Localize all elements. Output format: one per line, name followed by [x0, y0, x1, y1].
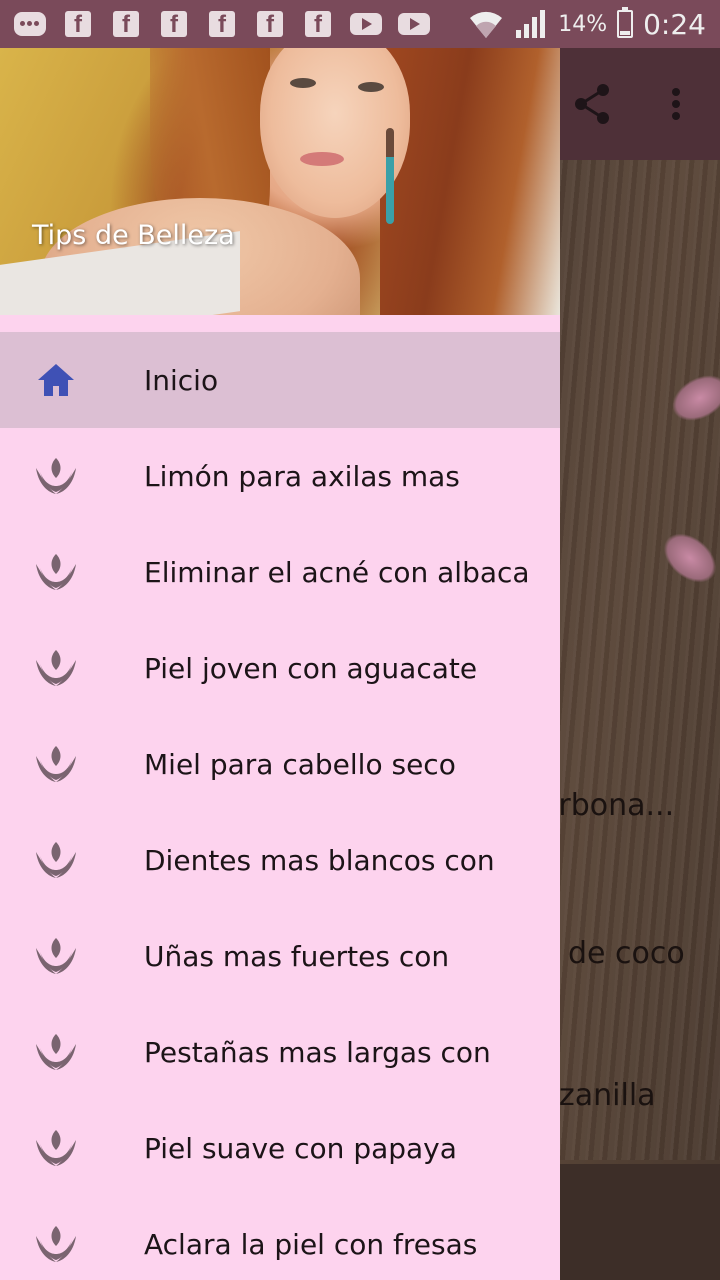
battery-icon — [617, 7, 634, 38]
content-text: e de coco — [540, 936, 685, 971]
facebook-icon: f — [158, 10, 190, 38]
lotus-icon — [36, 1034, 76, 1070]
menu-item-label: Eliminar el acné con albaca — [144, 555, 530, 589]
wifi-icon — [470, 11, 503, 38]
menu-item-label: Piel suave con papaya — [144, 1131, 457, 1165]
menu-item-unas[interactable]: Uñas mas fuertes con — [0, 908, 560, 1004]
lotus-icon — [36, 746, 76, 782]
signal-icon — [516, 10, 546, 38]
header-photo-eye — [290, 78, 316, 88]
menu-item-acne[interactable]: Eliminar el acné con albaca — [0, 524, 560, 620]
facebook-icon: f — [254, 10, 286, 38]
menu-item-miel[interactable]: Miel para cabello seco — [0, 716, 560, 812]
menu-item-label: Uñas mas fuertes con — [144, 939, 450, 973]
menu-item-fresas[interactable]: Aclara la piel con fresas — [0, 1196, 560, 1280]
home-icon — [38, 364, 74, 396]
drawer-menu: Inicio Limón para axilas mas Eliminar el… — [0, 332, 560, 1280]
share-icon[interactable] — [572, 82, 612, 126]
menu-item-label: Aclara la piel con fresas — [144, 1227, 478, 1261]
facebook-icon: f — [206, 10, 238, 38]
message-icon — [14, 10, 46, 38]
drawer-header: Tips de Belleza — [0, 48, 560, 315]
menu-item-label: Dientes mas blancos con — [144, 843, 495, 877]
header-photo-eye — [358, 82, 384, 92]
clock: 0:24 — [643, 7, 706, 41]
lotus-icon — [36, 842, 76, 878]
status-bar: f f f f f f 14% 0:24 — [0, 0, 720, 48]
facebook-icon: f — [302, 10, 334, 38]
navigation-drawer: Tips de Belleza Inicio Limón para axilas… — [0, 48, 560, 1280]
facebook-icon: f — [62, 10, 94, 38]
lotus-icon — [36, 650, 76, 686]
youtube-icon — [350, 10, 382, 38]
notification-icons: f f f f f f — [14, 10, 430, 38]
menu-item-label: Miel para cabello seco — [144, 747, 456, 781]
lotus-icon — [36, 554, 76, 590]
facebook-icon: f — [110, 10, 142, 38]
lotus-icon — [36, 1226, 76, 1262]
battery-percent: 14% — [558, 11, 608, 37]
drawer-title: Tips de Belleza — [32, 220, 235, 251]
menu-item-pestanas[interactable]: Pestañas mas largas con — [0, 1004, 560, 1100]
youtube-icon — [398, 10, 430, 38]
menu-item-papaya[interactable]: Piel suave con papaya — [0, 1100, 560, 1196]
menu-item-label: Piel joven con aguacate — [144, 651, 478, 685]
menu-item-label: Inicio — [144, 363, 219, 397]
more-vert-icon[interactable] — [664, 86, 688, 126]
content-text: arbona... — [540, 788, 675, 823]
menu-item-aguacate[interactable]: Piel joven con aguacate — [0, 620, 560, 716]
header-photo-earring — [386, 128, 394, 224]
menu-item-inicio[interactable]: Inicio — [0, 332, 560, 428]
menu-item-label: Limón para axilas mas — [144, 459, 460, 493]
menu-item-limon[interactable]: Limón para axilas mas — [0, 428, 560, 524]
hair-image — [560, 160, 720, 1160]
header-photo-lips — [300, 152, 344, 166]
menu-item-label: Pestañas mas largas con — [144, 1035, 491, 1069]
menu-item-dientes[interactable]: Dientes mas blancos con — [0, 812, 560, 908]
lotus-icon — [36, 1130, 76, 1166]
lotus-icon — [36, 938, 76, 974]
lotus-icon — [36, 458, 76, 494]
